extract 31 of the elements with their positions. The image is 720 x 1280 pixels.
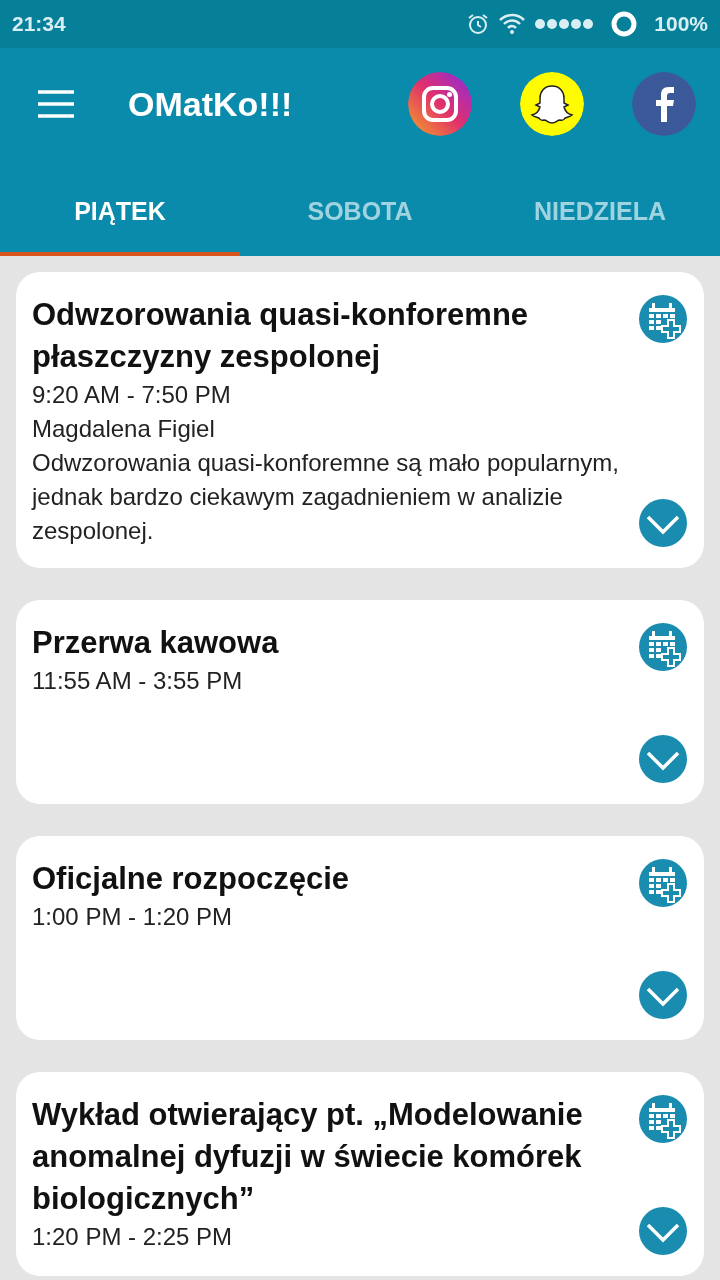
chevron-down-icon[interactable] xyxy=(638,970,688,1020)
event-title: Oficjalne rozpoczęcie xyxy=(32,860,350,898)
event-title: Wykład otwierający pt. „Modelowanie anomalnej dyfuzji w świecie komórek biologicznych” xyxy=(32,1096,584,1218)
event-time: 1:00 PM - 1:20 PM xyxy=(32,902,234,932)
calendar-add-icon[interactable] xyxy=(638,294,688,344)
battery-icon xyxy=(610,10,639,38)
day-tab[interactable]: PIĄTEK xyxy=(0,160,240,256)
calendar-add-icon[interactable] xyxy=(638,622,688,672)
event-time: 9:20 AM - 7:50 PM xyxy=(32,380,232,410)
instagram-icon[interactable] xyxy=(408,72,472,136)
chevron-down-icon[interactable] xyxy=(638,734,688,784)
event-description: Odwzorowania quasi-konforemne są mało popularnym, jednak bardzo ciekawym zagadnieniem w analizie zespolonej. xyxy=(32,448,620,546)
event-title: Odwzorowania quasi-konforemne płaszczyzny zespolonej xyxy=(32,296,530,376)
event-time: 11:55 AM - 3:55 PM xyxy=(32,666,244,696)
event-speaker: Magdalena Figiel xyxy=(32,414,216,444)
calendar-add-icon[interactable] xyxy=(638,1094,688,1144)
signal-icon xyxy=(534,18,595,30)
facebook-icon[interactable] xyxy=(632,72,696,136)
battery-level: 100% xyxy=(654,11,708,38)
day-tab[interactable]: NIEDZIELA xyxy=(480,160,720,256)
app-title: OMatKo!!! xyxy=(128,83,294,125)
chevron-down-icon[interactable] xyxy=(638,1206,688,1256)
ghost-icon[interactable] xyxy=(520,72,584,136)
event-time: 1:20 PM - 2:25 PM xyxy=(32,1222,234,1252)
menu-icon[interactable] xyxy=(36,89,76,119)
chevron-down-icon[interactable] xyxy=(638,498,688,548)
calendar-add-icon[interactable] xyxy=(638,858,688,908)
wifi-icon xyxy=(498,12,527,36)
event-title: Przerwa kawowa xyxy=(32,624,280,662)
status-time: 21:34 xyxy=(12,11,66,38)
day-tab[interactable]: SOBOTA xyxy=(240,160,480,256)
